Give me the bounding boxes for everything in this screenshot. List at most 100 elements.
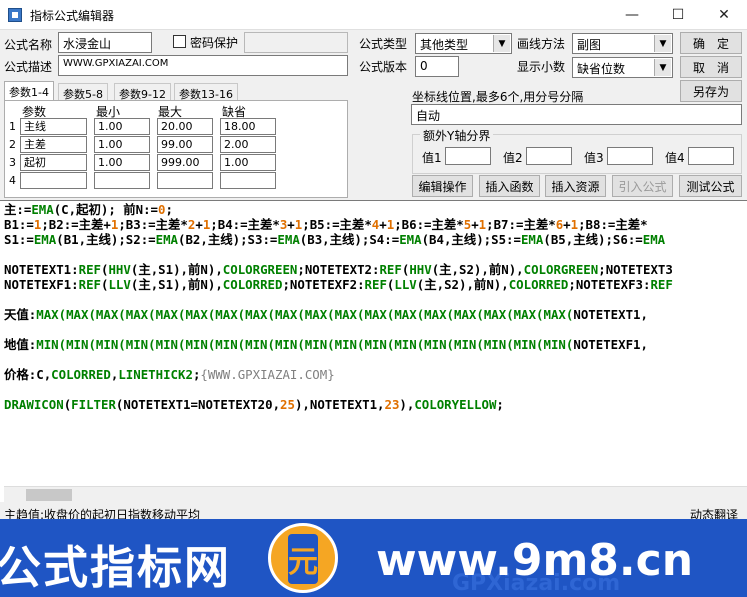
code-token: (B3,主线);S4:= [299,232,400,247]
param-default-cell[interactable] [220,172,276,189]
tab-params-5-8[interactable]: 参数5-8 [58,83,108,101]
code-line[interactable]: 天值:MAX(MAX(MAX(MAX(MAX(MAX(MAX(MAX(MAX(M… [4,307,648,323]
tab-params-1-4[interactable]: 参数1-4 [4,81,54,101]
param-row-number: 1 [9,120,16,133]
param-max-cell[interactable]: 20.00 [157,118,213,135]
code-token: COLORRED [51,367,111,382]
code-content[interactable]: 主:=EMA(C,起初); 前N:=0; B1:=1;B2:=主差+1;B3:=主… [0,202,747,486]
code-token: EMA [642,232,666,247]
code-token: ;B5:=主差* [302,217,372,232]
code-token: COLORRED [222,277,283,292]
param-min-cell[interactable] [94,172,150,189]
param-min-cell[interactable]: 1.00 [94,136,150,153]
insert-function-button[interactable]: 插入函数 [479,175,540,197]
param-max-cell[interactable] [157,172,213,189]
save-as-button[interactable]: 另存为 [680,80,742,102]
param-default-cell[interactable]: 18.00 [220,118,276,135]
test-formula-button[interactable]: 测试公式 [679,175,742,197]
chevron-down-icon: ▼ [654,35,671,52]
code-token: 25 [280,397,295,412]
code-token: 1 [570,217,579,232]
code-token: + [471,217,479,232]
code-token: (B4,主线);S5:= [421,232,521,247]
code-token: + [195,217,203,232]
code-line[interactable]: 价格:C,COLORRED,LINETHICK2;{WWW.GPXIAZAI.C… [4,367,335,383]
yaxis-value1-input[interactable] [445,147,491,165]
code-token: ; [496,397,504,412]
code-line[interactable]: NOTETEXT1:REF(HHV(主,S1),前N),COLORGREEN;N… [4,262,673,278]
code-token: (B1,主线);S2:= [56,232,156,247]
param-name-cell[interactable]: 起初 [20,154,87,171]
tab-params-9-12[interactable]: 参数9-12 [114,83,171,101]
version-input[interactable]: 0 [415,56,459,77]
code-token: + [379,217,387,232]
param-min-cell[interactable]: 1.00 [94,118,150,135]
insert-resource-button[interactable]: 插入资源 [545,175,606,197]
yaxis-value3-input[interactable] [607,147,653,165]
tab-params-13-16[interactable]: 参数13-16 [174,83,238,101]
formula-name-input[interactable]: 水浸金山 [58,32,152,53]
code-token: (B2,主线);S3:= [178,232,278,247]
param-default-cell[interactable]: 1.00 [220,154,276,171]
desc-label: 公式描述 [4,60,53,74]
param-row-number: 3 [9,156,16,169]
code-token: EMA [277,232,300,247]
code-token: 天值: [4,307,37,322]
banner-left-text: 公式指标网 [0,541,232,594]
param-row-number: 2 [9,138,16,151]
chevron-down-icon: ▼ [654,59,671,76]
ok-button[interactable]: 确 定 [680,32,742,54]
axis-input[interactable]: 自动 [411,104,742,125]
code-token: MAX(MAX(MAX(MAX(MAX(MAX(MAX(MAX(MAX(MAX(… [36,307,574,322]
code-line[interactable]: DRAWICON(FILTER(NOTETEXT1=NOTETEXT20,25)… [4,397,504,413]
axis-label: 坐标线位置,最多6个,用分号分隔 [412,90,584,104]
formula-type-select[interactable]: 其他类型 ▼ [415,33,512,54]
code-token: (主,S1),前N), [130,277,223,292]
password-input[interactable] [244,32,348,53]
password-label: 密码保护 [190,36,239,50]
code-line[interactable]: S1:=EMA(B1,主线);S2:=EMA(B2,主线);S3:=EMA(B3… [4,232,665,248]
yaxis-value4-input[interactable] [688,147,734,165]
yaxis-value2-input[interactable] [526,147,572,165]
code-line[interactable]: B1:=1;B2:=主差+1;B3:=主差*2+1;B4:=主差*3+1;B5:… [4,217,648,233]
code-token: (主,S2),前N), [416,277,509,292]
param-name-cell[interactable]: 主线 [20,118,87,135]
yaxis-value4-label: 值4 [665,151,685,165]
maximize-button[interactable]: ☐ [655,0,701,30]
code-token: (NOTETEXT1=NOTETEXT20, [115,397,281,412]
import-formula-button[interactable]: 引入公式 [612,175,673,197]
draw-method-select[interactable]: 副图 ▼ [572,33,673,54]
code-token: EMA [155,232,179,247]
decimals-select[interactable]: 缺省位数 ▼ [572,57,673,78]
code-line[interactable]: 主:=EMA(C,起初); 前N:=0; [4,202,173,218]
horizontal-scrollbar[interactable] [4,486,747,502]
code-token: ;B2:=主差+ [41,217,111,232]
code-token: ),NOTETEXT1, [294,397,385,412]
code-line[interactable]: 地值:MIN(MIN(MIN(MIN(MIN(MIN(MIN(MIN(MIN(M… [4,337,648,353]
password-checkbox[interactable] [173,35,186,48]
code-token: ;NOTETEXT3 [598,262,673,277]
param-min-cell[interactable]: 1.00 [94,154,150,171]
edit-operation-button[interactable]: 编辑操作 [412,175,473,197]
close-button[interactable]: ✕ [701,0,747,30]
scrollbar-thumb[interactable] [26,489,72,501]
code-token: EMA [31,202,54,217]
yaxis-group-title: 额外Y轴分界 [420,127,494,144]
code-token: B1:= [4,217,34,232]
minimize-button[interactable]: — [609,0,655,30]
cancel-button[interactable]: 取 消 [680,56,742,78]
code-token: EMA [399,232,422,247]
param-default-cell[interactable]: 2.00 [220,136,276,153]
code-line[interactable]: NOTETEXF1:REF(LLV(主,S1),前N),COLORRED;NOT… [4,277,673,293]
code-token: (主,S1),前N), [130,262,223,277]
param-name-cell[interactable]: 主差 [20,136,87,153]
param-max-cell[interactable]: 999.00 [157,154,213,171]
param-name-cell[interactable] [20,172,87,189]
param-max-cell[interactable]: 99.00 [157,136,213,153]
banner-logo: 元 [268,523,338,593]
code-token: 23 [384,397,400,412]
formula-desc-input[interactable]: WWW.GPXIAZAI.COM [58,55,348,76]
code-token: 主:= [4,202,32,217]
banner-logo-glyph: 元 [288,534,318,584]
draw-method-label: 画线方法 [517,37,566,51]
